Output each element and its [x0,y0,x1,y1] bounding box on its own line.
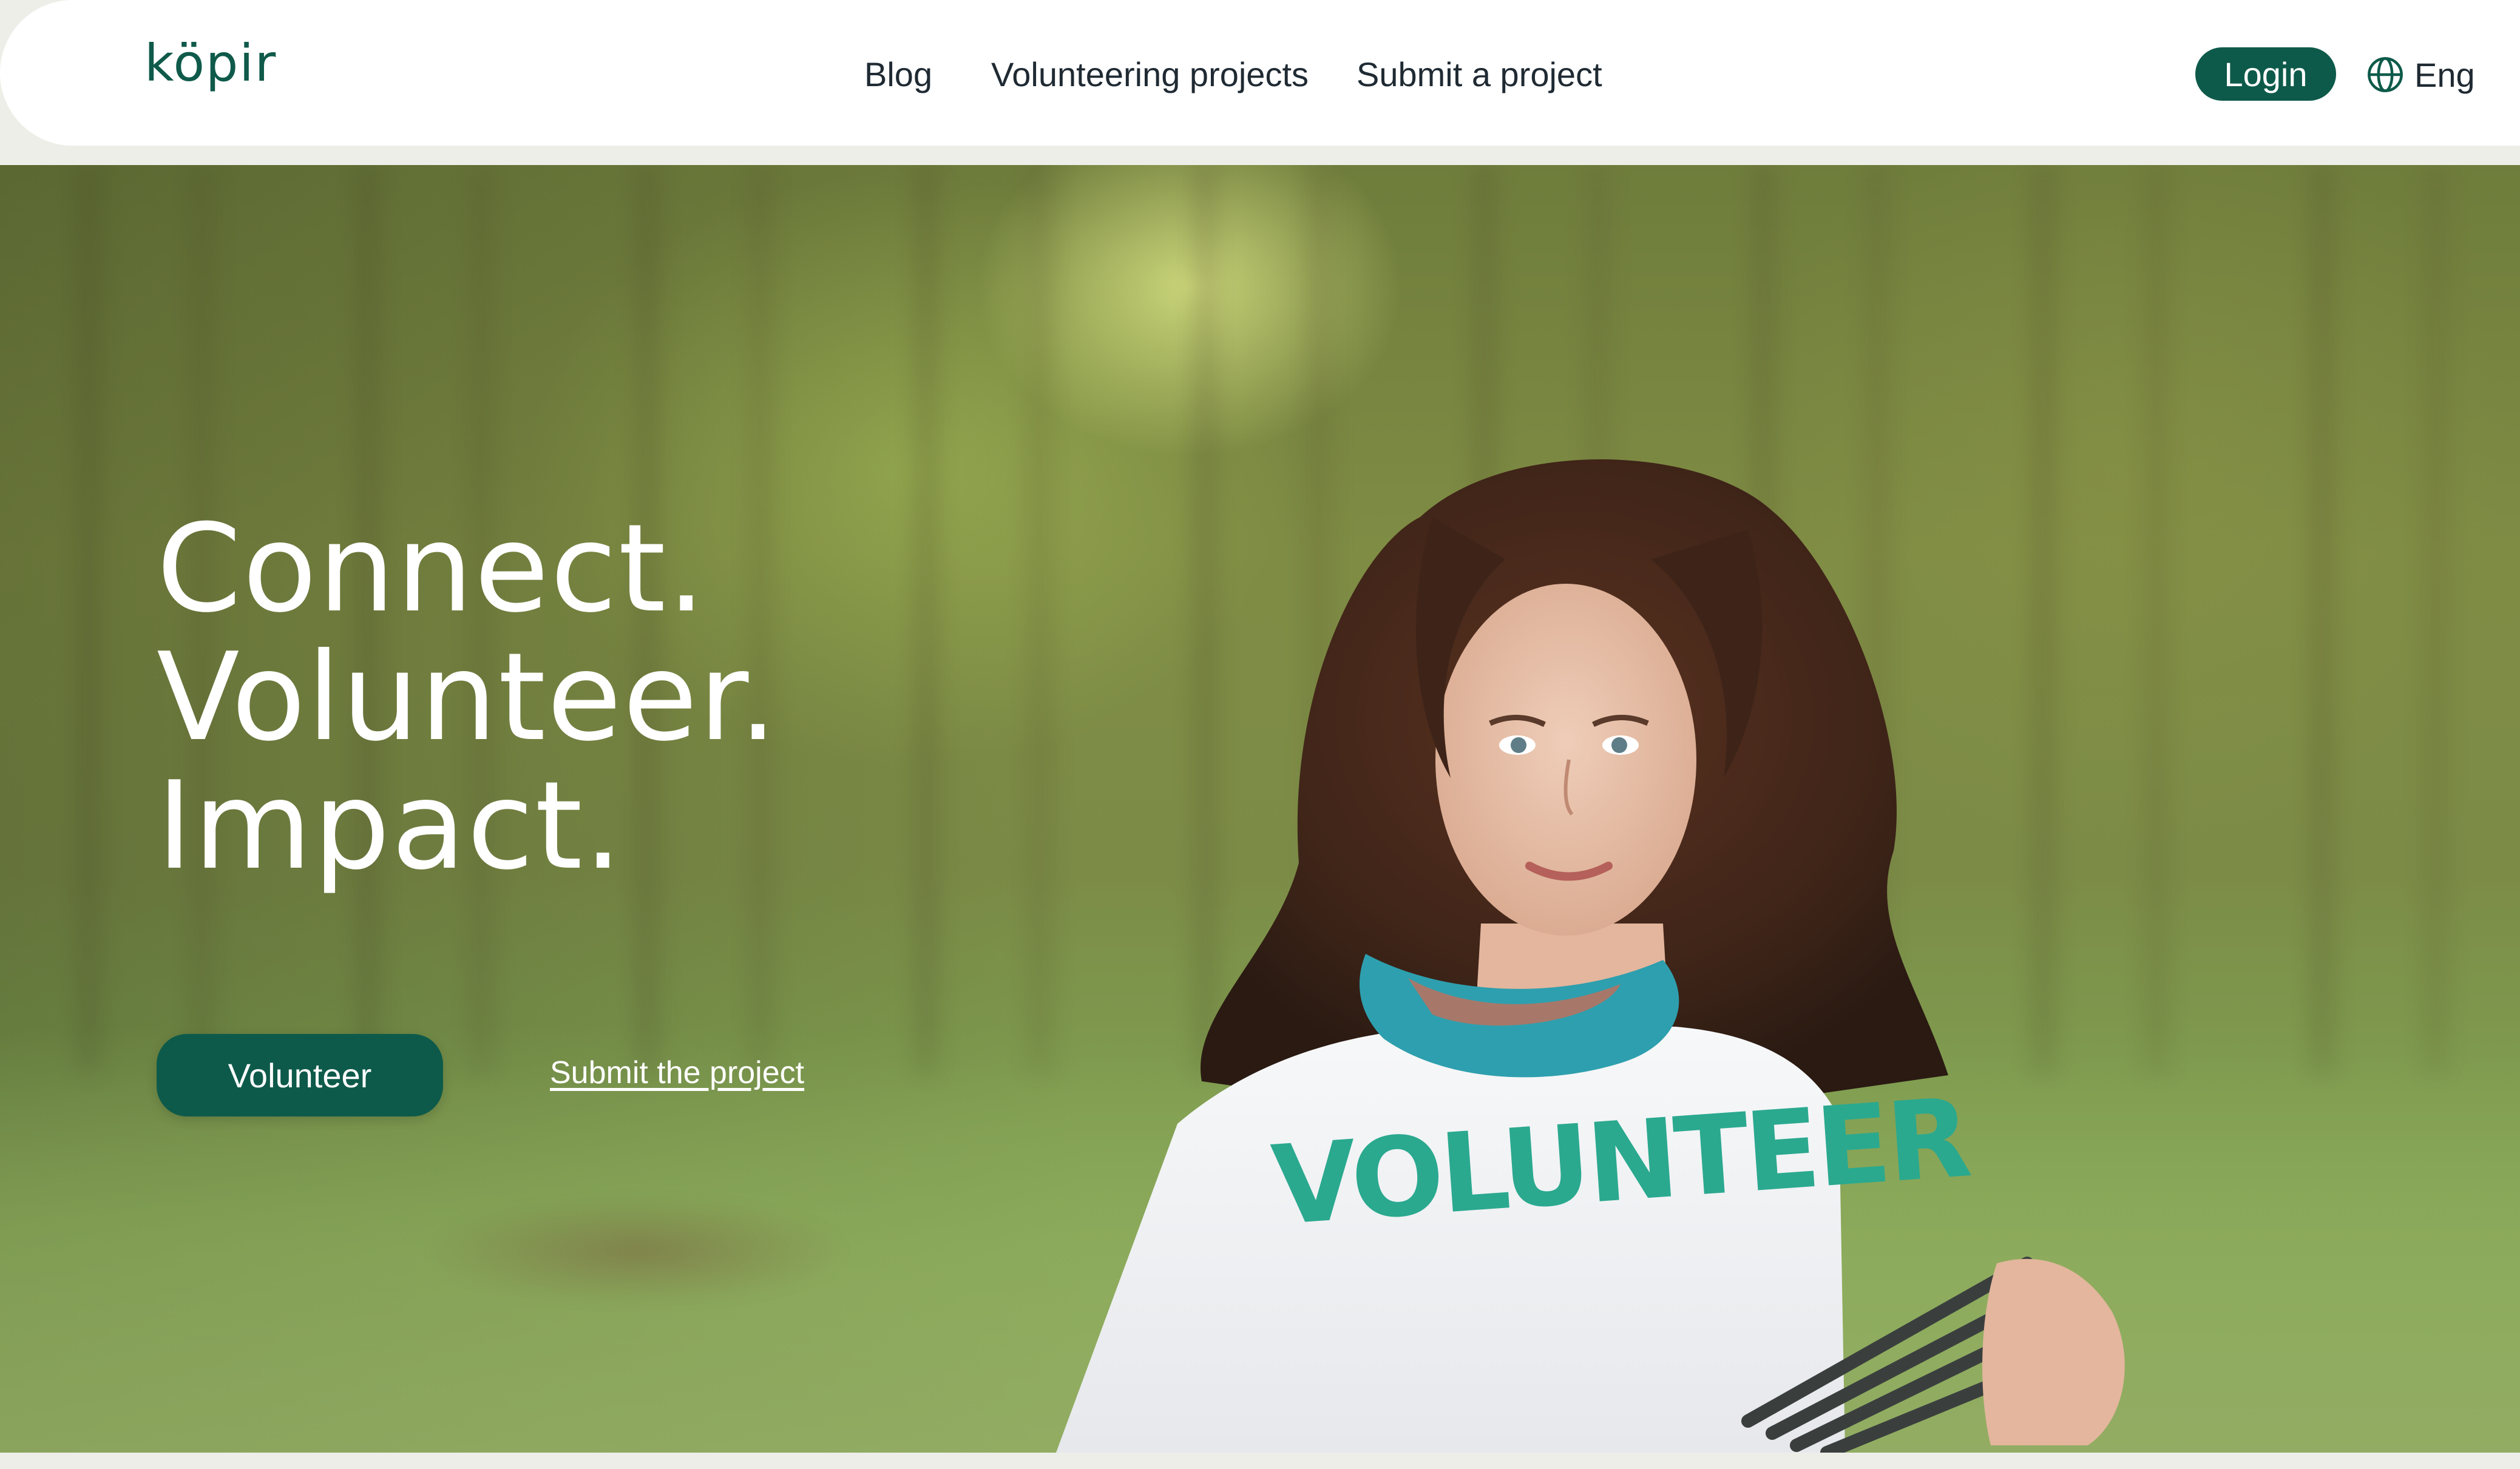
language-selector[interactable]: Eng [2366,53,2475,96]
volunteer-button[interactable]: Volunteer [157,1034,443,1116]
login-button[interactable]: Login [2195,47,2336,101]
volunteer-woman-photo: VOLUNTEER [1056,459,2125,1453]
globe-icon [2368,57,2403,92]
headline-line-1: Connect. [157,498,707,640]
hero-section: VOLUNTEER Connect. Volunteer. Impact. Vo… [0,165,2520,1453]
language-label: Eng [2414,55,2475,94]
nav-volunteering-projects[interactable]: Volunteering projects [991,53,1309,96]
hand [1982,1258,2125,1445]
headline-line-2: Volunteer. [157,627,779,768]
dirt-patch [425,1197,850,1306]
hero-headline: Connect. Volunteer. Impact. [157,505,779,891]
submit-project-link[interactable]: Submit the project [550,1055,804,1091]
logo[interactable]: köpir [144,38,277,89]
face [1435,584,1696,936]
headline-line-3: Impact. [157,755,624,897]
page: köpir Blog Volunteering projects Submit … [0,0,2520,1469]
nav-blog[interactable]: Blog [864,53,932,96]
nav-submit-project[interactable]: Submit a project [1357,53,1602,96]
shirt [1056,1027,1845,1453]
site-header: köpir Blog Volunteering projects Submit … [0,0,2520,146]
